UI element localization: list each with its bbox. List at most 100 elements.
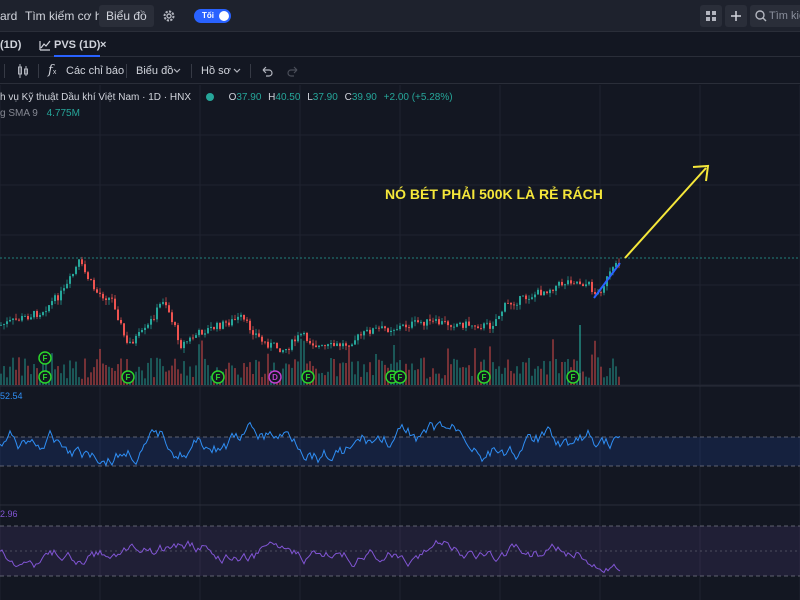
volume-bar — [369, 362, 371, 385]
volume-bar — [267, 353, 269, 385]
candle-body — [168, 305, 170, 313]
volume-bar — [411, 363, 413, 385]
event-marker-label: F — [306, 373, 311, 382]
annotation-text[interactable]: NÓ BÉT PHẢI 500K LÀ RẺ RÁCH — [385, 185, 603, 202]
volume-bar — [27, 365, 29, 385]
candle-body — [75, 266, 77, 274]
volume-bar — [459, 367, 461, 385]
candle-body — [351, 344, 353, 347]
low-value: 37.90 — [312, 92, 338, 103]
volume-bar — [525, 362, 527, 385]
candle-body — [126, 335, 128, 343]
candle-body — [201, 330, 203, 335]
candle-body — [66, 283, 68, 289]
candle-body — [12, 318, 14, 320]
volume-bar — [537, 366, 539, 385]
candle-body — [54, 295, 56, 302]
candle-body — [480, 328, 482, 329]
candle-body — [36, 310, 38, 317]
event-marker-label: F — [571, 373, 576, 382]
candle-body — [261, 336, 263, 342]
candle-body — [522, 295, 524, 297]
candle-body — [390, 330, 392, 333]
candle-body — [450, 325, 452, 327]
event-marker-label: D — [272, 373, 278, 382]
candle-body — [489, 322, 491, 329]
volume-bar — [582, 371, 584, 385]
candle-body — [81, 259, 83, 265]
candle-body — [300, 334, 302, 336]
candle-body — [162, 302, 164, 304]
candle-body — [402, 324, 404, 326]
search-input[interactable]: Tìm kiế — [750, 5, 800, 27]
candle-body — [3, 324, 5, 325]
gear-icon[interactable] — [161, 8, 177, 24]
volume-bar — [438, 373, 440, 385]
volume-bar — [228, 362, 230, 385]
candle-body — [96, 289, 98, 293]
tab-close-button[interactable]: × — [100, 33, 106, 57]
volume-bar — [327, 371, 329, 385]
candle-body — [501, 311, 503, 317]
candle-body — [264, 341, 266, 343]
volume-bar — [168, 370, 170, 385]
candlesticks — [0, 256, 620, 355]
volume-bar — [531, 375, 533, 385]
theme-toggle[interactable]: Tối — [194, 9, 231, 23]
event-marker-label: F — [398, 373, 403, 382]
annotation-arrow[interactable] — [624, 164, 710, 259]
volume-bar — [87, 377, 89, 385]
candle-body — [441, 321, 443, 325]
volume-bar — [0, 373, 2, 385]
nav-dashboard[interactable]: ard — [0, 0, 17, 32]
profile-menu[interactable]: Hồ sơ — [201, 58, 231, 84]
candle-body — [567, 280, 569, 285]
volume-bar — [603, 377, 605, 385]
redo-icon[interactable] — [286, 58, 300, 84]
toolbar-divider — [126, 64, 127, 78]
chart-tab-bar: (1D) PVS (1D) × — [0, 33, 800, 57]
candle-body — [588, 281, 590, 285]
volume-bar — [75, 361, 77, 385]
candle-body — [105, 298, 107, 301]
candle-body — [33, 310, 35, 318]
price-chart[interactable]: FF F F D F F F F F NÓ BÉT PHẢI 500K LÀ RẺ RÁCH — [0, 85, 800, 600]
nav-opportunity-search[interactable]: Tìm kiếm cơ hội — [25, 0, 111, 32]
candle-body — [366, 329, 368, 332]
volume-bar — [510, 370, 512, 385]
candle-body — [123, 323, 125, 336]
indicator1-band — [0, 437, 800, 466]
nav-chart[interactable]: Biểu đồ — [99, 5, 154, 27]
candle-body — [348, 345, 350, 347]
volume-bar — [258, 361, 260, 385]
volume-bar — [534, 368, 536, 385]
volume-bar — [15, 369, 17, 385]
volume-bar — [333, 358, 335, 385]
candle-body — [51, 301, 53, 306]
indicators-button[interactable]: Các chỉ báo — [66, 58, 124, 84]
toolbar-divider — [191, 64, 192, 78]
layout-grid-button[interactable] — [700, 5, 722, 27]
candle-type-icon[interactable] — [17, 63, 29, 79]
candle-body — [564, 284, 566, 286]
candle-body — [393, 330, 395, 331]
candle-body — [417, 320, 419, 323]
candle-body — [492, 326, 494, 329]
candle-body — [318, 345, 320, 348]
tab-pvs[interactable]: PVS (1D) — [54, 33, 101, 57]
volume-bar — [63, 364, 65, 385]
candle-body — [372, 328, 374, 334]
volume-bar — [372, 375, 374, 385]
add-button[interactable] — [725, 5, 747, 27]
chart-type-menu[interactable]: Biểu đồ — [136, 58, 173, 84]
candle-body — [153, 318, 155, 320]
volume-bar — [429, 376, 431, 385]
candle-body — [171, 312, 173, 323]
candle-body — [549, 289, 551, 294]
candle-body — [138, 332, 140, 336]
trend-line-drawing[interactable] — [593, 262, 621, 299]
undo-icon[interactable] — [260, 58, 274, 84]
volume-bar — [612, 358, 614, 385]
volume-bar — [456, 359, 458, 385]
tab-previous-chart[interactable]: (1D) — [0, 33, 21, 57]
